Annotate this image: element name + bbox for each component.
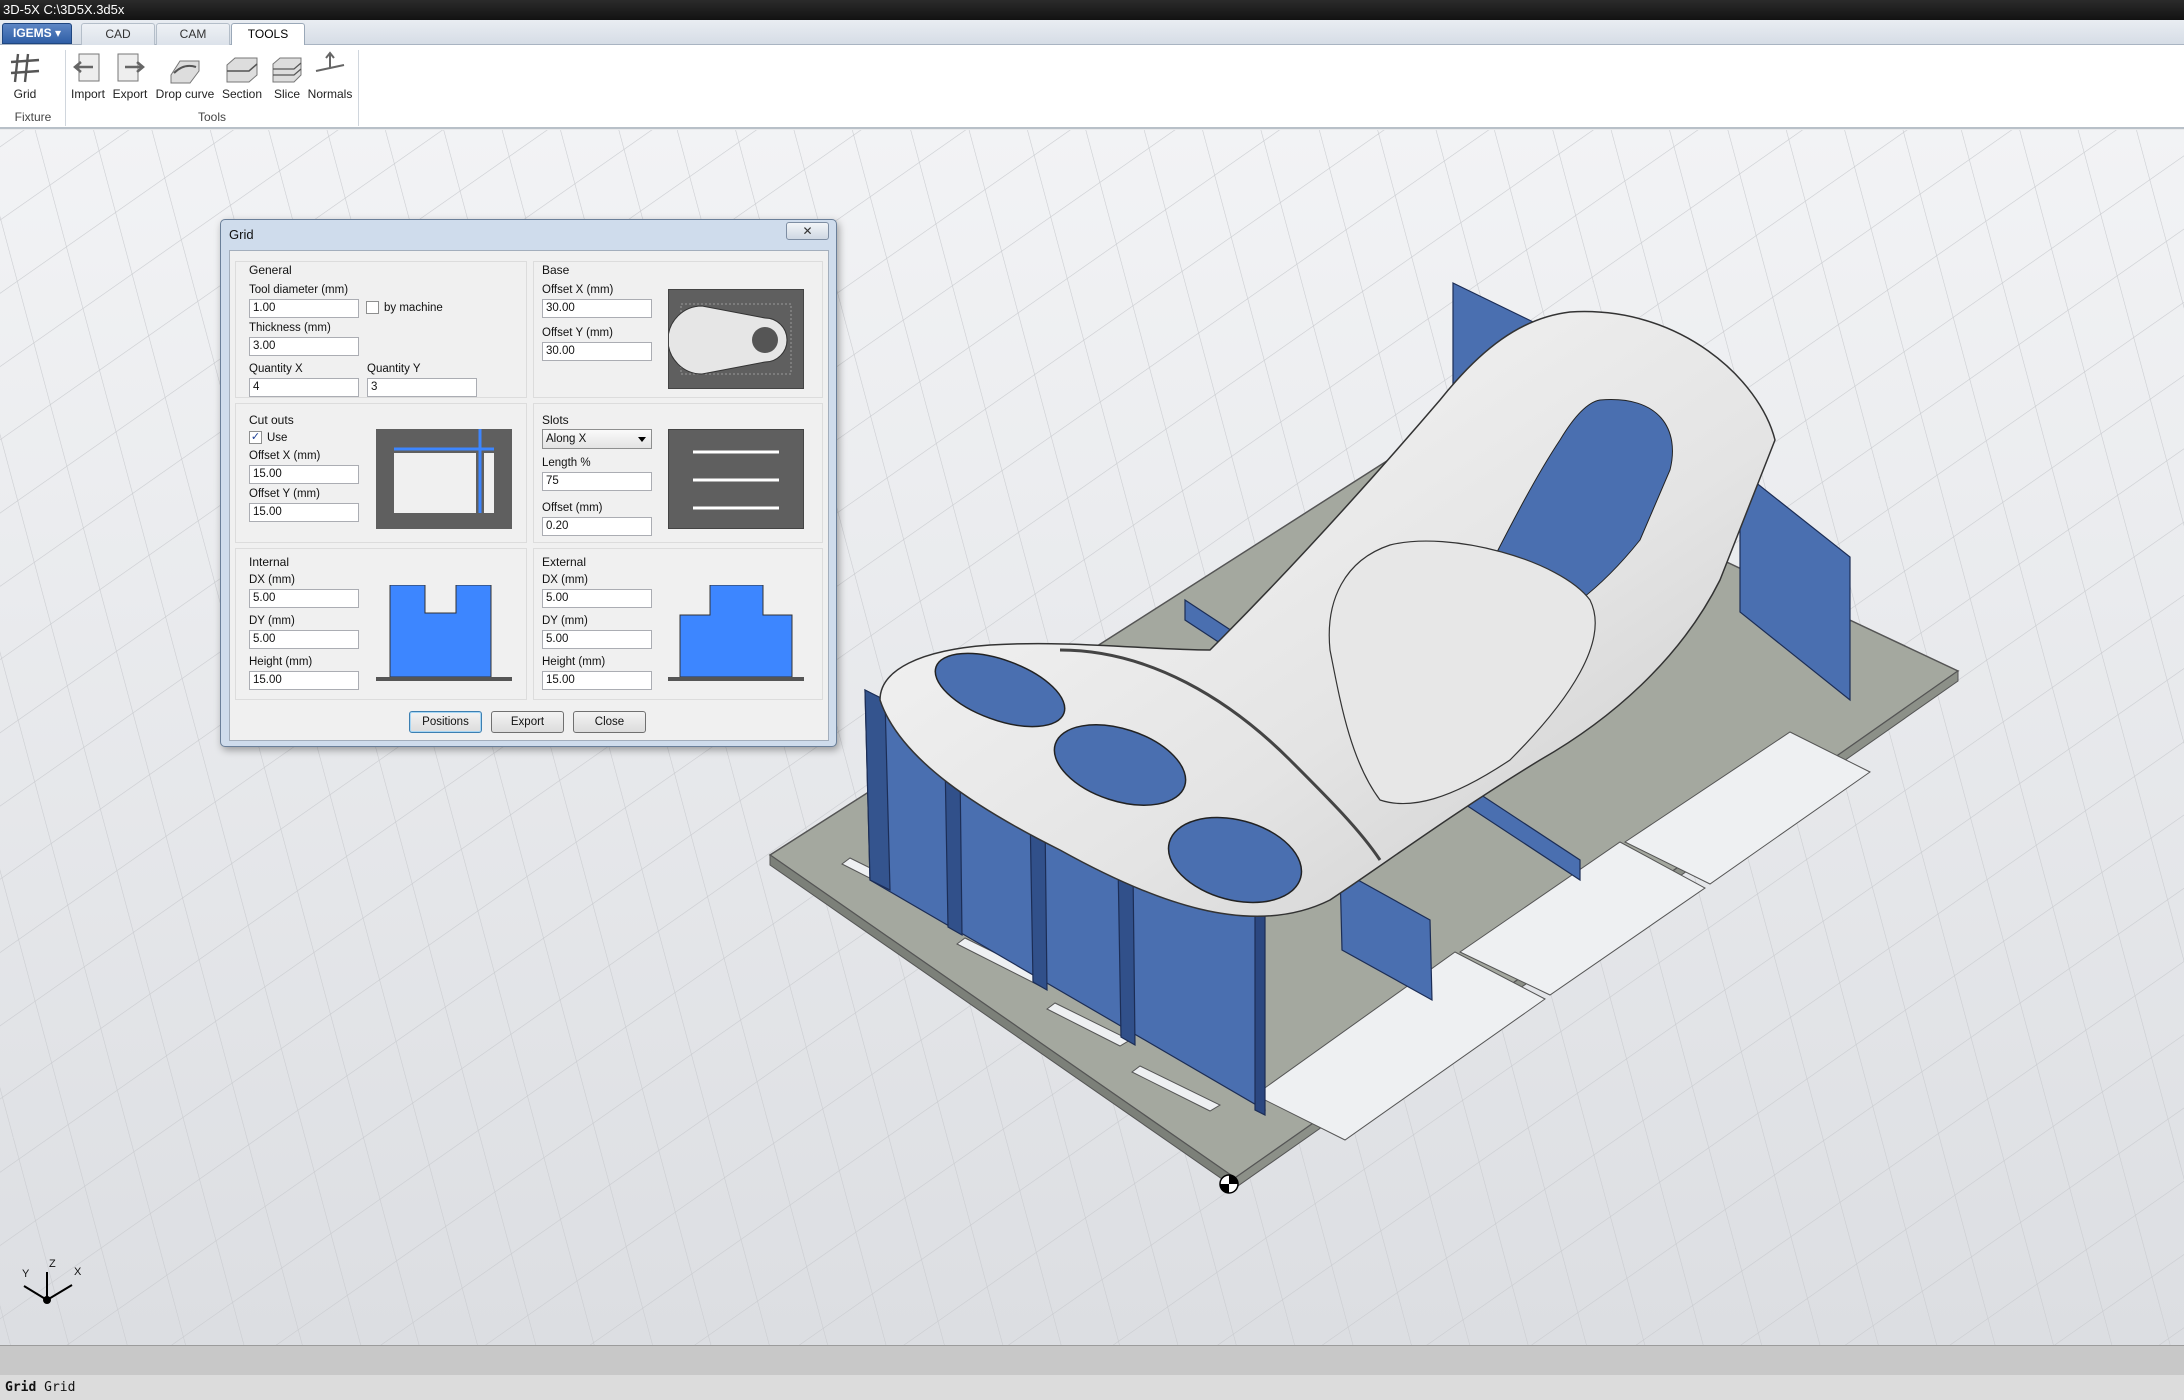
slots-offset-input[interactable]: 0.20 (542, 517, 652, 536)
internal-dx-label: DX (mm) (249, 574, 295, 586)
section-button[interactable]: Section (222, 51, 262, 101)
section-button-label: Section (222, 87, 263, 101)
internal-height-input[interactable]: 15.00 (249, 671, 359, 690)
axis-label-y: Y (22, 1268, 30, 1280)
base-preview-image (667, 289, 804, 389)
dialog-close-button[interactable]: ✕ (786, 222, 829, 240)
internal-dx-input[interactable]: 5.00 (249, 589, 359, 608)
by-machine-checkbox[interactable] (366, 301, 379, 314)
internal-height-label: Height (mm) (249, 656, 313, 668)
close-icon: ✕ (802, 224, 813, 238)
grid-icon (10, 53, 40, 83)
cutouts-offset-x-label: Offset X (mm) (249, 450, 321, 462)
import-button[interactable]: Import (68, 51, 108, 101)
use-cutouts-label: Use (267, 432, 288, 444)
chevron-down-icon (638, 437, 646, 442)
app-menu-button[interactable]: IGEMS ▾ (2, 23, 72, 44)
base-offset-x-input[interactable]: 30.00 (542, 299, 652, 318)
slice-button-label: Slice (273, 87, 300, 101)
external-dy-input[interactable]: 5.00 (542, 630, 652, 649)
export-icon (117, 53, 145, 82)
tool-diameter-input[interactable]: 1.00 (249, 299, 359, 318)
group-base-title: Base (542, 263, 570, 277)
export-dialog-button[interactable]: Export (491, 711, 564, 733)
tab-cad[interactable]: CAD (81, 23, 155, 45)
tab-tools[interactable]: TOOLS (231, 23, 305, 46)
positions-button[interactable]: Positions (409, 711, 482, 733)
export-button[interactable]: Export (110, 51, 150, 101)
window-title: 3D-5X C:\3D5X.3d5x (3, 2, 125, 17)
slots-direction-select[interactable]: Along X (542, 429, 652, 449)
quantity-x-input[interactable]: 4 (249, 378, 359, 397)
drop-curve-icon (170, 60, 200, 84)
external-dx-label: DX (mm) (542, 574, 588, 586)
slots-length-label: Length % (542, 457, 591, 469)
slice-button[interactable]: Slice (267, 51, 307, 101)
base-offset-y-input[interactable]: 30.00 (542, 342, 652, 361)
ribbon-tab-bar: IGEMS ▾ CAD CAM TOOLS (0, 20, 2184, 46)
axis-label-z: Z (49, 1258, 56, 1270)
slots-preview-image (668, 429, 804, 529)
section-icon (226, 57, 258, 83)
internal-preview-image (376, 584, 512, 685)
export-button-label: Export (112, 87, 148, 101)
internal-dy-input[interactable]: 5.00 (249, 630, 359, 649)
grid-button[interactable]: Grid (5, 51, 45, 101)
drop-curve-button-label: Drop curve (155, 87, 215, 101)
external-height-label: Height (mm) (542, 656, 606, 668)
slots-length-input[interactable]: 75 (542, 472, 652, 491)
cutouts-preview-image (376, 429, 512, 529)
external-height-input[interactable]: 15.00 (542, 671, 652, 690)
internal-dy-label: DY (mm) (249, 615, 295, 627)
base-offset-x-label: Offset X (mm) (542, 284, 614, 296)
tool-diameter-label: Tool diameter (mm) (249, 284, 349, 296)
dialog-body: General Tool diameter (mm) 1.00 by machi… (229, 250, 829, 741)
slots-offset-label: Offset (mm) (542, 502, 603, 514)
external-preview-image (668, 584, 804, 685)
use-cutouts-checkbox[interactable]: ✓ (249, 431, 262, 444)
command-echo: Grid (44, 1380, 76, 1395)
import-button-label: Import (70, 87, 105, 101)
grid-dialog: Grid ✕ General Tool diameter (mm) 1.00 b… (220, 219, 837, 747)
normals-button[interactable]: Normals (307, 51, 353, 101)
group-cutouts-title: Cut outs (249, 413, 294, 427)
group-internal-title: Internal (249, 555, 290, 569)
cutouts-offset-y-label: Offset Y (mm) (249, 488, 320, 500)
external-dx-input[interactable]: 5.00 (542, 589, 652, 608)
external-dy-label: DY (mm) (542, 615, 588, 627)
dialog-title: Grid (229, 227, 254, 242)
tab-cam[interactable]: CAM (156, 23, 230, 45)
cutouts-offset-y-input[interactable]: 15.00 (249, 503, 359, 522)
status-bar (0, 1345, 2184, 1375)
normals-button-label: Normals (307, 87, 353, 101)
slice-icon (272, 57, 302, 83)
grid-button-label: Grid (13, 87, 37, 101)
ribbon-panel: Grid Import Export Drop curve Section Sl… (0, 45, 2184, 129)
thickness-input[interactable]: 3.00 (249, 337, 359, 356)
check-icon: ✓ (250, 431, 261, 443)
quantity-x-label: Quantity X (249, 363, 303, 375)
quantity-y-label: Quantity Y (367, 363, 421, 375)
quantity-y-input[interactable]: 3 (367, 378, 477, 397)
axis-label-x: X (74, 1266, 82, 1278)
import-icon (73, 53, 100, 82)
group-label-fixture: Fixture (14, 110, 52, 124)
group-separator (358, 50, 359, 126)
close-dialog-button[interactable]: Close (573, 711, 646, 733)
drop-curve-button[interactable]: Drop curve (154, 51, 216, 101)
command-line[interactable]: Grid Grid (0, 1375, 2184, 1400)
group-slots-title: Slots (542, 413, 569, 427)
base-offset-y-label: Offset Y (mm) (542, 327, 613, 339)
origin-marker (1219, 1174, 1239, 1194)
group-external-title: External (542, 555, 587, 569)
group-general-title: General (249, 263, 292, 277)
normals-icon (315, 51, 345, 72)
thickness-label: Thickness (mm) (249, 322, 331, 334)
slots-direction-value: Along X (546, 433, 587, 445)
cutouts-offset-x-input[interactable]: 15.00 (249, 465, 359, 484)
window-title-bar: 3D-5X C:\3D5X.3d5x (0, 0, 2184, 20)
group-label-tools: Tools (197, 110, 226, 124)
by-machine-label: by machine (384, 302, 443, 314)
command-name: Grid (5, 1380, 37, 1395)
